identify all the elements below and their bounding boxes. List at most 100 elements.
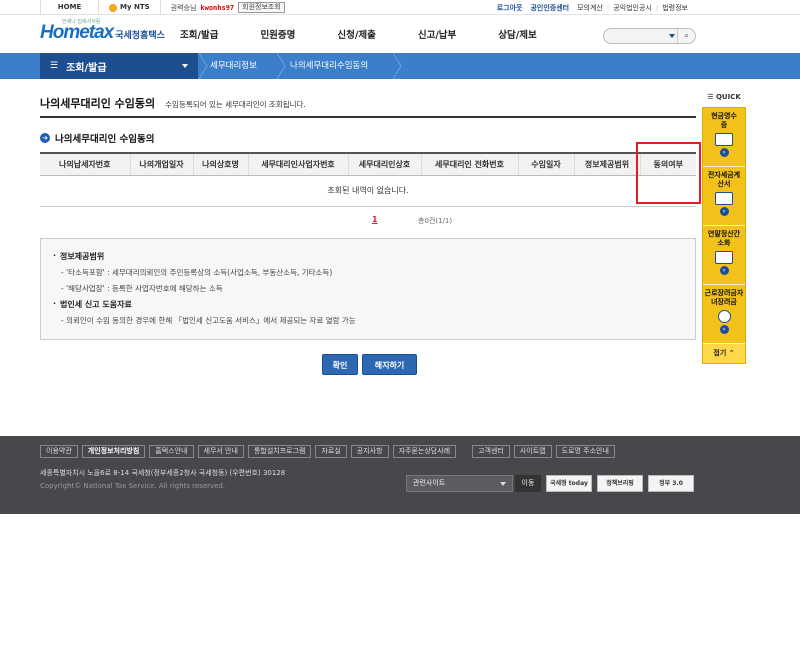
hamburger-icon: ☰	[50, 61, 59, 71]
mynts-label: My NTS	[120, 3, 150, 11]
star-icon	[109, 3, 117, 12]
quick-earned-income[interactable]: 근로장려금자녀장려금 ›	[703, 285, 745, 344]
search-icon[interactable]: ⌕	[677, 29, 695, 43]
confirm-button[interactable]: 확인	[322, 354, 358, 375]
global-nav: 조회/발급 민원증명 신청/제출 신고/납부 상담/제보	[180, 15, 579, 53]
footer-link-guide[interactable]: 홈택스안내	[149, 445, 194, 458]
footer: 이용약관 개인정보처리방침 홈택스안내 세무서 안내 통합설치프로그램 자료실 …	[0, 436, 800, 514]
header: 언제나 집에서처럼 Hometax 국세청홈택스 조회/발급 민원증명 신청/제…	[0, 15, 800, 53]
gnb-inquiry[interactable]: 조회/발급	[180, 27, 218, 41]
section-title: 나의세무대리인 수임동의	[55, 134, 155, 145]
breadcrumb-separator-icon	[392, 53, 402, 79]
col-trade-name: 나의상호명	[192, 152, 248, 176]
breadcrumb-current[interactable]: 나의세무대리수임동의	[290, 53, 368, 79]
col-open-date: 나의개업일자	[129, 152, 193, 176]
logo-korean: 국세청홈택스	[115, 31, 165, 41]
footer-link-faq[interactable]: 자주묻는상담사례	[392, 445, 457, 458]
home-tab[interactable]: HOME	[40, 0, 98, 15]
empty-message: 조회된 내역이 없습니다.	[40, 175, 696, 207]
breadcrumb-separator-icon	[276, 53, 286, 79]
gnb-filing[interactable]: 신고/납부	[418, 27, 456, 41]
info-line: - 의뢰인이 수임 동의한 경우에 한해 「법인세 신고도움 서비스」에서 제공…	[61, 316, 356, 325]
page-header: 나의세무대리인 수임동의 수임등록되어 있는 세무대리인이 조회됩니다.	[40, 95, 306, 111]
law-info-link[interactable]: 법령정보	[658, 3, 692, 13]
gnb-application[interactable]: 신청/제출	[337, 27, 375, 41]
agent-table: 나의납세자번호 나의개업일자 나의상호명 세무대리인사업자번호 세무대리인상호 …	[40, 152, 696, 207]
table-row: 조회된 내역이 없습니다.	[40, 175, 696, 207]
user-info: 권력승님 kwonhs97 회원정보조회	[171, 2, 285, 13]
col-agent-bizno: 세무대리인사업자번호	[247, 152, 348, 176]
public-corp-link[interactable]: 공익법인공시	[609, 3, 656, 13]
page-description: 수임등록되어 있는 세무대리인이 조회됩니다.	[165, 100, 306, 109]
footer-link-office[interactable]: 세무서 안내	[197, 445, 244, 458]
banner-gov30[interactable]: 정부 3.0	[648, 475, 694, 492]
breadcrumb-tax-agent[interactable]: 세무대리정보	[210, 53, 257, 79]
col-agent-name: 세무대리인상호	[347, 152, 421, 176]
chevron-down-icon	[182, 64, 188, 68]
invoice-icon	[715, 192, 733, 205]
footer-link-customer[interactable]: 고객센터	[472, 445, 510, 458]
quick-close-button[interactable]: 접기 ⌃	[703, 344, 745, 363]
breadcrumb-separator-icon	[198, 53, 208, 79]
cancel-contract-button[interactable]: 해지하기	[362, 354, 417, 375]
chevron-down-icon	[500, 482, 506, 486]
highlight-box	[636, 142, 701, 204]
hometax-logo[interactable]: 언제나 집에서처럼 Hometax 국세청홈택스	[40, 19, 165, 44]
user-id: kwonhs97	[200, 3, 235, 12]
info-line: - '타소득포함' : 세무대리의뢰인의 주민등록상의 소득(사업소득, 부동산…	[61, 268, 333, 277]
cert-center-link[interactable]: 공인인증센터	[526, 3, 573, 13]
mock-calc-link[interactable]: 모의계산	[573, 3, 607, 13]
go-icon: ›	[719, 207, 729, 216]
result-count: 총0건(1/1)	[418, 217, 453, 225]
col-assign-date: 수임일자	[517, 152, 574, 176]
receipt-icon	[715, 133, 733, 146]
footer-link-sitemap[interactable]: 사이트맵	[513, 445, 552, 458]
quick-panel: 현금영수증 › 전자세금계산서 › 연말정산간소화 › 근로장려금자녀장려금 ›…	[702, 107, 746, 364]
gnb-certificates[interactable]: 민원증명	[260, 27, 295, 41]
footer-link-privacy[interactable]: 개인정보처리방침	[81, 445, 146, 458]
quick-title: ☰ QUICK	[707, 93, 741, 101]
menu-dropdown[interactable]: ☰ 조회/발급	[40, 53, 198, 79]
logout-link[interactable]: 로그아웃	[493, 3, 527, 13]
info-line: - '해당사업장' : 등록한 사업자번호에 해당하는 소득	[61, 284, 223, 293]
banner-nts-today[interactable]: 국세청 today	[546, 475, 592, 492]
mynts-tab[interactable]: My NTS	[98, 0, 161, 15]
section-header: ➔ 나의세무대리인 수임동의	[40, 131, 154, 145]
footer-link-notice[interactable]: 공지사항	[350, 445, 389, 458]
quick-cash-receipt[interactable]: 현금영수증 ›	[703, 108, 745, 167]
nav-bar: ☰ 조회/발급 세무대리정보 나의세무대리수임동의	[0, 53, 800, 79]
title-divider	[40, 116, 696, 118]
footer-link-install[interactable]: 통합설치프로그램	[247, 445, 312, 458]
top-links: 로그아웃 공인인증센터 모의계산 | 공익법인공시 | 법령정보	[493, 0, 692, 15]
top-utility-bar: HOME My NTS 권력승님 kwonhs97 회원정보조회 로그아웃 공인…	[0, 0, 800, 15]
page-number[interactable]: 1	[372, 215, 378, 224]
search-dropdown-icon[interactable]	[669, 34, 675, 38]
related-sites-select[interactable]: 관련사이트	[406, 475, 513, 492]
menu-label: 조회/발급	[66, 62, 107, 74]
col-info-scope: 정보제공범위	[573, 152, 640, 176]
footer-address: 세종특별자치시 노을6로 8-14 국세청(정부세종2청사 국세청동) (우편번…	[40, 469, 286, 477]
info-box: · 정보제공범위 - '타소득포함' : 세무대리의뢰인의 주민등록상의 소득(사…	[40, 238, 696, 340]
go-icon: ›	[719, 148, 729, 157]
table-header-row: 나의납세자번호 나의개업일자 나의상호명 세무대리인사업자번호 세무대리인상호 …	[40, 152, 696, 176]
info-heading-corp: · 법인세 신고 도움자료	[53, 299, 132, 309]
logo-tagline: 언제나 집에서처럼	[62, 19, 101, 25]
quick-e-invoice[interactable]: 전자세금계산서 ›	[703, 167, 745, 226]
logo-main: Hometax	[40, 22, 114, 43]
footer-link-road-address[interactable]: 도로명 주소안내	[555, 445, 615, 458]
footer-links: 이용약관 개인정보처리방침 홈택스안내 세무서 안내 통합설치프로그램 자료실 …	[40, 445, 615, 458]
banner-policy-briefing[interactable]: 정책브리핑	[597, 475, 643, 492]
quick-year-end[interactable]: 연말정산간소화 ›	[703, 226, 745, 285]
info-heading-scope: · 정보제공범위	[53, 251, 105, 261]
user-prefix: 권력승님	[170, 3, 197, 12]
page-title: 나의세무대리인 수임동의	[40, 97, 156, 110]
search-box[interactable]: ⌕	[603, 28, 696, 44]
footer-link-terms[interactable]: 이용약관	[40, 445, 78, 458]
go-icon: ›	[719, 266, 729, 275]
footer-link-library[interactable]: 자료실	[315, 445, 347, 458]
go-button[interactable]: 이동	[515, 475, 541, 492]
footer-copyright: Copyright© National Tax Service. All rig…	[40, 482, 226, 490]
member-info-button[interactable]: 회원정보조회	[238, 2, 285, 13]
gnb-consult[interactable]: 상담/제보	[498, 27, 536, 41]
col-taxpayer-no: 나의납세자번호	[40, 152, 130, 176]
